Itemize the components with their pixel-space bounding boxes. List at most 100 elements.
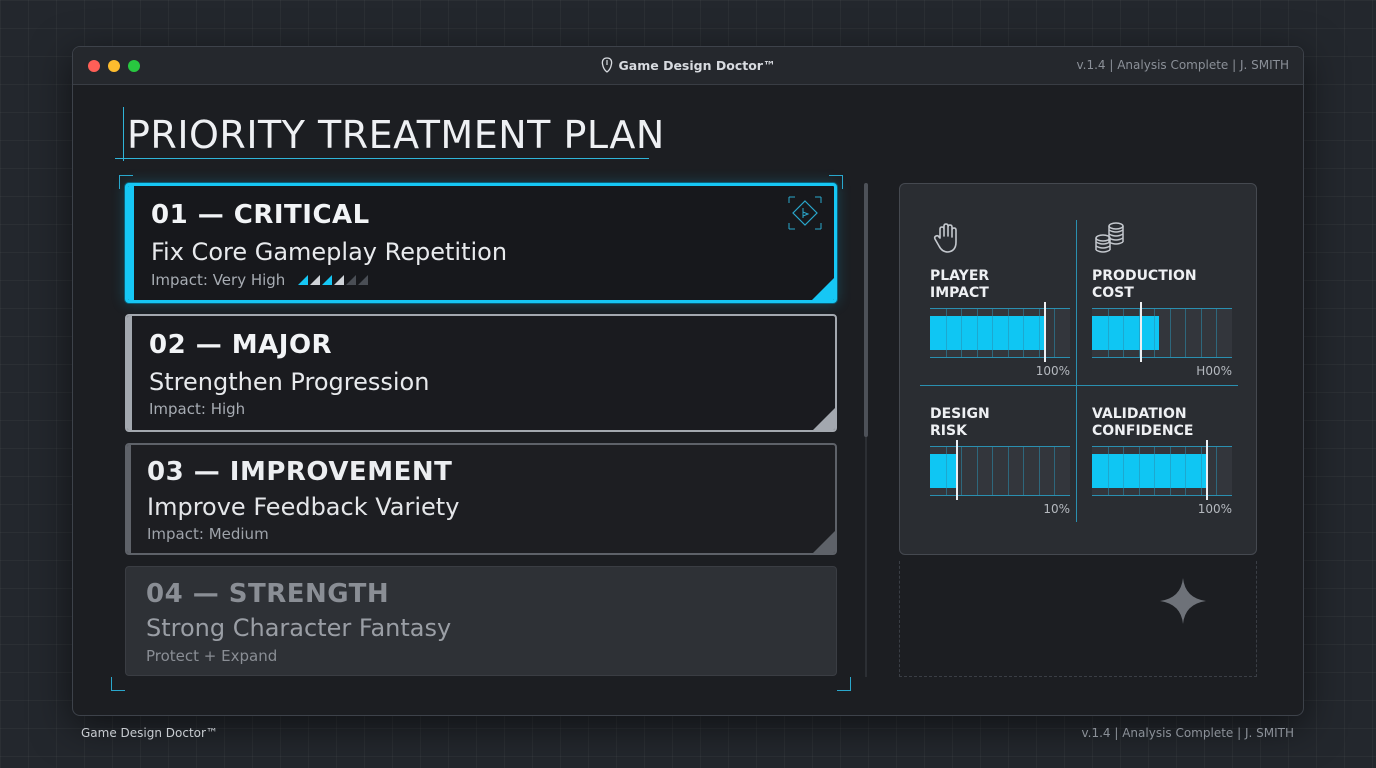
metric-marker bbox=[956, 440, 958, 500]
frame-corner bbox=[837, 677, 851, 691]
title-accent-line bbox=[123, 107, 124, 161]
metric-bar-tick bbox=[1008, 446, 1009, 496]
impact-level-on bbox=[298, 275, 309, 285]
metric-bar-tick bbox=[1023, 446, 1024, 496]
metric-bar-fill bbox=[1092, 454, 1208, 488]
impact-level-on bbox=[310, 275, 321, 285]
card-accent-bar bbox=[128, 186, 134, 300]
metric-bar-tick bbox=[1154, 446, 1155, 496]
plan-item-critical[interactable]: 01 — CRITICAL Fix Core Gameplay Repetiti… bbox=[125, 183, 837, 303]
metric-bar-tick bbox=[1201, 308, 1202, 358]
metric-percent: 100% bbox=[1035, 364, 1070, 378]
footer-status: v.1.4 | Analysis Complete | J. SMITH bbox=[1081, 726, 1294, 740]
plan-item-impact: Impact: Very High bbox=[151, 271, 378, 289]
impact-meter bbox=[298, 275, 369, 285]
metric-bar-fill bbox=[930, 454, 958, 488]
window-status: v.1.4 | Analysis Complete | J. SMITH bbox=[1076, 58, 1289, 72]
metric-percent: H00% bbox=[1196, 364, 1232, 378]
frame-corner bbox=[111, 677, 125, 691]
plan-item-title: Strengthen Progression bbox=[149, 368, 430, 396]
impact-level-on bbox=[334, 275, 345, 285]
metric-label: PLAYER IMPACT bbox=[930, 268, 990, 301]
brain-icon bbox=[601, 57, 613, 76]
hand-icon bbox=[933, 223, 957, 253]
plan-item-title: Improve Feedback Variety bbox=[147, 493, 460, 521]
metric-marker bbox=[1044, 302, 1046, 362]
metric-bar-tick bbox=[946, 446, 947, 496]
metric-bar-tick bbox=[946, 308, 947, 358]
card-accent-bar bbox=[127, 316, 132, 430]
plan-item-number: 03 — IMPROVEMENT bbox=[147, 457, 453, 487]
metric-bar bbox=[930, 440, 1070, 500]
metric-bar-tick bbox=[1054, 446, 1055, 496]
plan-item-impact: Impact: Medium bbox=[147, 525, 269, 543]
metric-bar-tick bbox=[1039, 446, 1040, 496]
title-bar: Game Design Doctor™ v.1.4 | Analysis Com… bbox=[73, 47, 1303, 85]
metric-marker bbox=[1140, 302, 1142, 362]
card-corner-fold bbox=[813, 531, 835, 553]
card-corner-fold bbox=[812, 278, 834, 300]
plan-item-number: 02 — MAJOR bbox=[149, 330, 333, 360]
metric-bar-tick bbox=[992, 446, 993, 496]
metric-bar-tick bbox=[1054, 308, 1055, 358]
plan-item-note: Protect + Expand bbox=[146, 647, 278, 665]
metric-label: PRODUCTION COST bbox=[1092, 268, 1197, 301]
metric-bar-tick bbox=[1216, 308, 1217, 358]
plan-item-number: 01 — CRITICAL bbox=[151, 200, 370, 230]
metric-bar-tick bbox=[1185, 308, 1186, 358]
metric-bar bbox=[1092, 440, 1232, 500]
plan-item-impact: Impact: High bbox=[149, 400, 246, 418]
metric-bar-tick bbox=[961, 446, 962, 496]
metric-bar-tick bbox=[1108, 308, 1109, 358]
plan-item-strength[interactable]: 04 — STRENGTH Strong Character Fantasy P… bbox=[125, 566, 837, 676]
metrics-panel: PLAYER IMPACT 100% PRODUCTION COST H00% … bbox=[899, 183, 1257, 555]
app-title-text: Game Design Doctor™ bbox=[618, 58, 776, 73]
impact-level-off bbox=[346, 275, 357, 285]
plan-item-number: 04 — STRENGTH bbox=[146, 579, 390, 609]
sparkle-icon bbox=[1160, 578, 1206, 624]
metric-percent: 10% bbox=[1043, 502, 1070, 516]
metric-bar-tick bbox=[992, 308, 993, 358]
impact-level-off bbox=[358, 275, 369, 285]
metric-validation-confidence: VALIDATION CONFIDENCE 100% bbox=[1092, 406, 1242, 566]
metric-player-impact: PLAYER IMPACT 100% bbox=[930, 223, 1080, 428]
metric-bar-tick bbox=[1039, 308, 1040, 358]
metric-label: DESIGN RISK bbox=[930, 406, 990, 439]
card-corner-fold bbox=[813, 408, 835, 430]
plan-item-title: Strong Character Fantasy bbox=[146, 614, 452, 642]
page-title: PRIORITY TREATMENT PLAN bbox=[127, 113, 665, 157]
metric-bar-tick bbox=[1201, 446, 1202, 496]
title-underline bbox=[115, 158, 649, 159]
metric-bar-fill bbox=[1092, 316, 1159, 350]
metric-bar-tick bbox=[961, 308, 962, 358]
metric-bar-tick bbox=[1139, 446, 1140, 496]
scrollbar-thumb[interactable] bbox=[864, 183, 868, 437]
coins-icon bbox=[1095, 222, 1124, 253]
metric-bar-tick bbox=[1170, 446, 1171, 496]
footer-app-name: Game Design Doctor™ bbox=[81, 726, 218, 740]
metric-bar-tick bbox=[1170, 308, 1171, 358]
plan-item-title: Fix Core Gameplay Repetition bbox=[151, 238, 508, 266]
metric-bar bbox=[1092, 302, 1232, 362]
metric-bar bbox=[930, 302, 1070, 362]
metric-bar-tick bbox=[1216, 446, 1217, 496]
metric-bar-tick bbox=[1023, 308, 1024, 358]
metric-bar-tick bbox=[1008, 308, 1009, 358]
metric-bar-tick bbox=[1123, 308, 1124, 358]
metric-bar-tick bbox=[977, 446, 978, 496]
metric-bar-tick bbox=[1123, 446, 1124, 496]
metric-production-cost: PRODUCTION COST H00% bbox=[1092, 222, 1242, 428]
metric-bar-tick bbox=[1108, 446, 1109, 496]
metric-bar-fill bbox=[930, 316, 1045, 350]
card-accent-bar bbox=[127, 445, 131, 553]
plan-item-major[interactable]: 02 — MAJOR Strengthen Progression Impact… bbox=[125, 314, 837, 432]
metric-bar-tick bbox=[1139, 308, 1140, 358]
metric-percent: 100% bbox=[1197, 502, 1232, 516]
priority-target-icon[interactable] bbox=[788, 196, 822, 230]
metric-label: VALIDATION CONFIDENCE bbox=[1092, 406, 1194, 439]
metric-design-risk: DESIGN RISK 10% bbox=[930, 406, 1080, 566]
metric-marker bbox=[1206, 440, 1208, 500]
plan-item-improvement[interactable]: 03 — IMPROVEMENT Improve Feedback Variet… bbox=[125, 443, 837, 555]
metric-bar-tick bbox=[1154, 308, 1155, 358]
app-window: Game Design Doctor™ v.1.4 | Analysis Com… bbox=[72, 46, 1304, 716]
